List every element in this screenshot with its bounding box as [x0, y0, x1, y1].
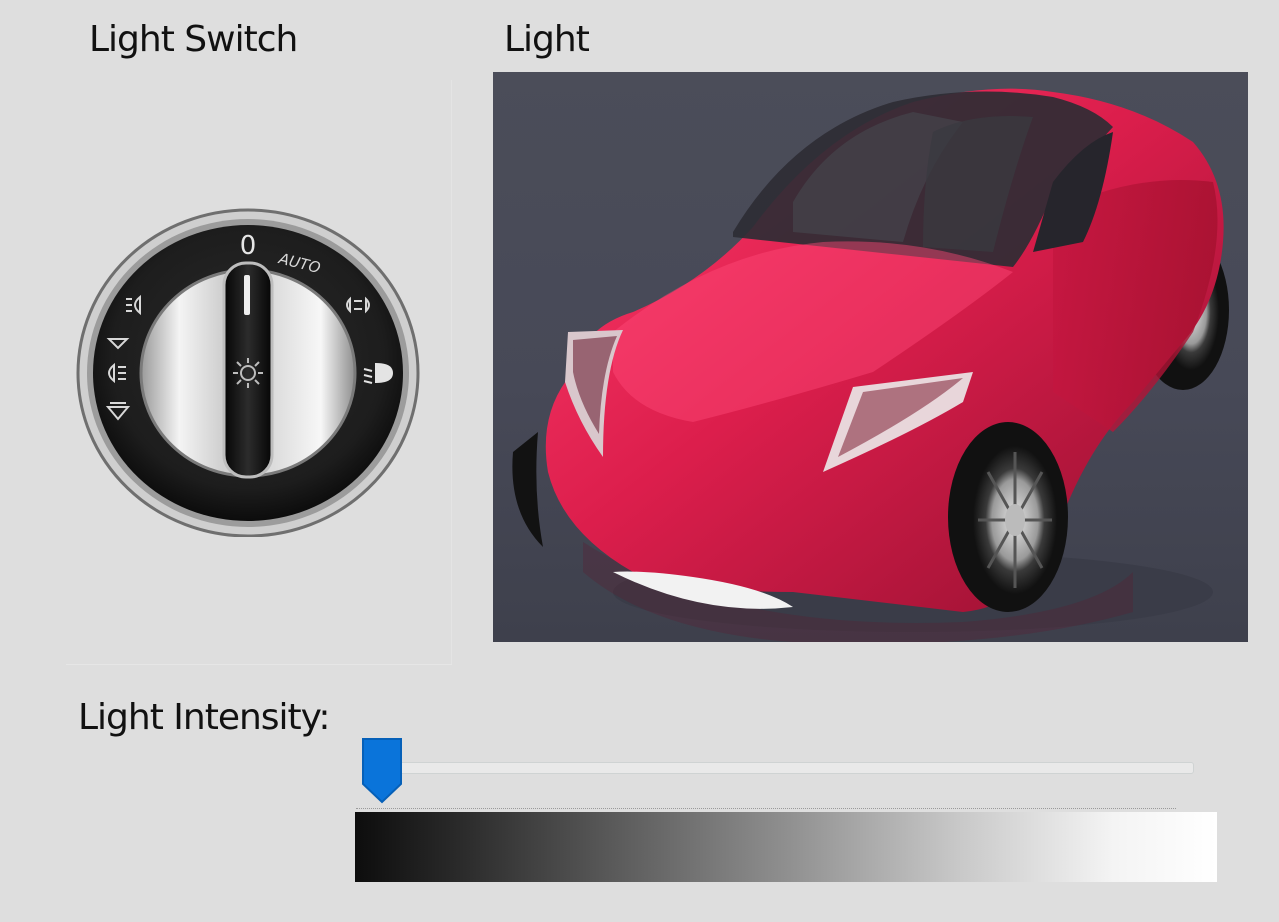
dial-mark-zero: 0 [240, 231, 257, 261]
light-switch-label: Light Switch [89, 19, 298, 60]
slider-track[interactable] [380, 762, 1194, 774]
light-intensity-label: Light Intensity: [78, 697, 330, 738]
car-light-preview [493, 72, 1248, 642]
intensity-gradient-preview [355, 812, 1217, 882]
dial-pointer-mark [244, 275, 250, 315]
light-intensity-slider[interactable] [356, 736, 1196, 808]
group-divider-vertical [451, 80, 452, 664]
light-switch-dial[interactable]: 0 AUTO [76, 207, 420, 538]
slider-focus-outline [356, 808, 1176, 809]
front-wheel [948, 422, 1068, 612]
light-label: Light [504, 19, 590, 60]
slider-thumb[interactable] [362, 738, 402, 804]
group-divider-horizontal [66, 664, 452, 665]
